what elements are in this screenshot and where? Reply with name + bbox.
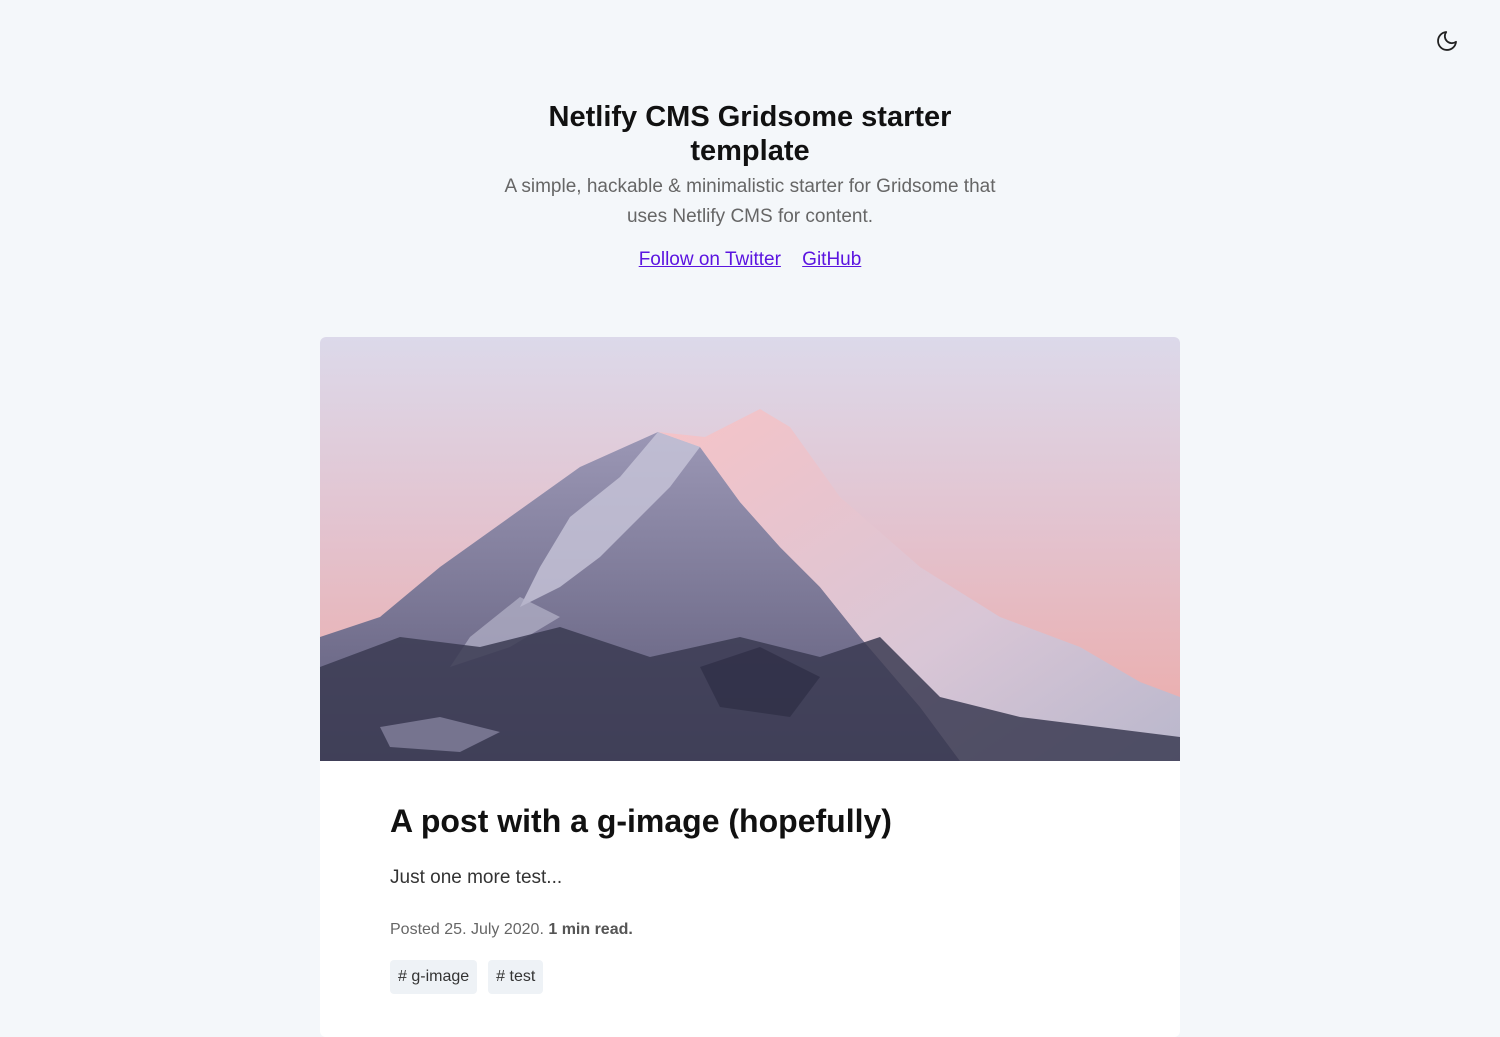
post-cover-image[interactable] (320, 337, 1180, 761)
tag-g-image[interactable]: # g-image (390, 960, 478, 994)
moon-icon (1437, 31, 1457, 51)
post-card-body: A post with a g-image (hopefully) Just o… (320, 761, 1180, 994)
post-title[interactable]: A post with a g-image (hopefully) (390, 799, 1110, 843)
post-tags: # g-image # test (390, 960, 1110, 994)
posted-prefix: Posted (390, 921, 440, 938)
post-excerpt: Just one more test... (390, 867, 563, 888)
theme-toggle-button[interactable] (1430, 24, 1464, 58)
site-title: Netlify CMS Gridsome starter template (548, 101, 952, 167)
twitter-link[interactable]: Follow on Twitter (639, 249, 781, 270)
post-meta: Posted 25. July 2020. 1 min read. (390, 918, 1110, 942)
tag-test[interactable]: # test (488, 960, 544, 994)
github-link[interactable]: GitHub (802, 249, 861, 270)
post-date: 25. July 2020. (444, 921, 544, 938)
post-card: A post with a g-image (hopefully) Just o… (320, 337, 1180, 1037)
site-header: Netlify CMS Gridsome starter template A … (0, 100, 1500, 274)
site-description: A simple, hackable & minimalistic starte… (504, 176, 996, 227)
read-time: 1 min read. (548, 921, 633, 938)
header-links: Follow on Twitter GitHub (0, 246, 1500, 274)
